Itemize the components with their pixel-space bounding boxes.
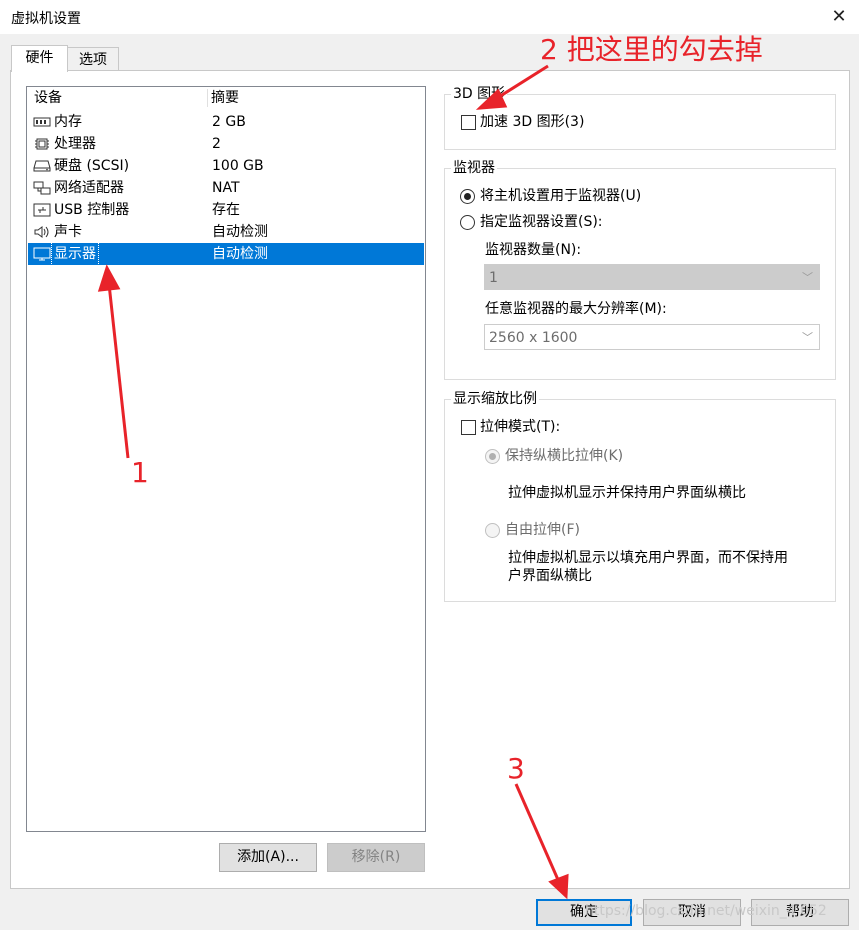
free-stretch-radio[interactable] <box>485 523 500 538</box>
tab-hardware[interactable]: 硬件 <box>11 45 68 72</box>
display-scaling-title: 显示缩放比例 <box>451 391 539 407</box>
annotation-step-1: 1 <box>131 456 149 489</box>
annotation-step-3: 3 <box>507 752 525 785</box>
device-row-usb-controller[interactable]: USB 控制器 存在 <box>28 199 424 221</box>
free-stretch-label[interactable]: 自由拉伸(F) <box>505 521 580 539</box>
device-name: 网络适配器 <box>54 180 124 196</box>
column-header-device[interactable]: 设备 <box>34 87 62 109</box>
device-name: 硬盘 (SCSI) <box>54 158 130 174</box>
free-stretch-description-line2: 户界面纵横比 <box>508 568 592 584</box>
device-name: 声卡 <box>54 224 82 240</box>
device-summary: 2 <box>212 136 221 152</box>
device-row-processor[interactable]: 处理器 2 <box>28 133 424 155</box>
chevron-down-icon: ﹀ <box>802 331 813 344</box>
network-adapter-icon <box>33 181 51 195</box>
processor-icon <box>35 138 49 150</box>
device-name: USB 控制器 <box>54 202 130 218</box>
max-resolution-label: 任意监视器的最大分辨率(M): <box>485 301 667 317</box>
hard-disk-icon <box>33 160 51 172</box>
memory-icon <box>33 117 51 127</box>
accelerate-3d-label[interactable]: 加速 3D 图形(3) <box>480 113 584 131</box>
add-button[interactable]: 添加(A)... <box>219 843 317 872</box>
monitors-title: 监视器 <box>451 160 497 176</box>
device-row-network-adapter[interactable]: 网络适配器 NAT <box>28 177 424 199</box>
device-summary: 自动检测 <box>212 224 268 240</box>
specify-monitor-settings-label[interactable]: 指定监视器设置(S): <box>480 213 603 231</box>
close-icon[interactable]: ✕ <box>826 4 852 30</box>
specify-monitor-settings-radio[interactable] <box>460 215 475 230</box>
device-list[interactable]: 设备 摘要 内存 2 GB 处理器 2 硬盘 (SCSI) 100 GB 网络适… <box>26 86 426 832</box>
device-row-memory[interactable]: 内存 2 GB <box>28 111 424 133</box>
monitor-count-value: 1 <box>489 270 498 286</box>
device-summary: NAT <box>212 180 240 196</box>
use-host-settings-radio[interactable] <box>460 189 475 204</box>
use-host-settings-label[interactable]: 将主机设置用于监视器(U) <box>480 187 641 205</box>
watermark-text: https://blog.csdn.net/weixin_4 052 <box>585 903 827 919</box>
device-row-sound-card[interactable]: 声卡 自动检测 <box>28 221 424 243</box>
keep-aspect-label[interactable]: 保持纵横比拉伸(K) <box>505 447 623 465</box>
device-name: 内存 <box>54 114 82 130</box>
monitor-count-select[interactable]: 1 ﹀ <box>484 264 820 290</box>
window-title: 虚拟机设置 <box>11 11 81 27</box>
stretch-mode-checkbox[interactable] <box>461 420 476 435</box>
free-stretch-description-line1: 拉伸虚拟机显示以填充用户界面，而不保持用 <box>508 550 788 566</box>
tab-options[interactable]: 选项 <box>67 47 119 72</box>
annotation-step-2: 2 把这里的勾去掉 <box>540 33 763 66</box>
graphics-3d-title: 3D 图形 <box>451 86 508 102</box>
device-row-display[interactable]: 显示器 自动检测 <box>28 242 424 266</box>
monitor-count-label: 监视器数量(N): <box>485 242 582 258</box>
usb-icon <box>33 203 51 217</box>
device-name: 处理器 <box>54 136 96 152</box>
device-summary: 自动检测 <box>212 246 268 262</box>
keep-aspect-description: 拉伸虚拟机显示并保持用户界面纵横比 <box>508 485 746 501</box>
keep-aspect-radio[interactable] <box>485 449 500 464</box>
remove-button[interactable]: 移除(R) <box>327 843 425 872</box>
device-summary: 2 GB <box>212 114 246 130</box>
accelerate-3d-checkbox[interactable] <box>461 115 476 130</box>
column-header-summary[interactable]: 摘要 <box>211 87 239 109</box>
monitor-icon <box>33 247 51 261</box>
device-summary: 存在 <box>212 202 240 218</box>
column-separator[interactable] <box>207 89 208 107</box>
device-summary: 100 GB <box>212 158 264 174</box>
max-resolution-select[interactable]: 2560 x 1600 ﹀ <box>484 324 820 350</box>
stretch-mode-label[interactable]: 拉伸模式(T): <box>480 418 560 436</box>
max-resolution-value: 2560 x 1600 <box>489 330 578 346</box>
speaker-icon <box>34 226 49 238</box>
device-name: 显示器 <box>51 242 99 266</box>
device-row-hard-disk[interactable]: 硬盘 (SCSI) 100 GB <box>28 155 424 177</box>
chevron-down-icon: ﹀ <box>802 271 813 284</box>
